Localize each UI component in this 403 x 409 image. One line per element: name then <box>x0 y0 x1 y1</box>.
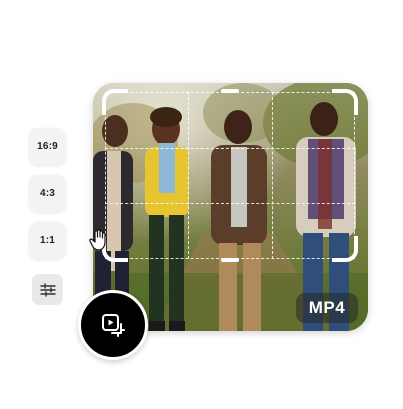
aspect-ratio-label: 16:9 <box>37 141 58 152</box>
grid-line-vertical <box>271 92 273 259</box>
crop-handle-bottom[interactable] <box>221 258 239 262</box>
format-badge: MP4 <box>296 293 358 323</box>
aspect-ratio-16-9-button[interactable]: 16:9 <box>29 128 66 165</box>
video-crop-editor: 16:9 4:3 1:1 MP4 <box>0 0 403 409</box>
crop-outline <box>105 92 355 259</box>
crop-handle-top-right[interactable] <box>332 89 358 115</box>
video-crop-icon <box>102 314 125 337</box>
grid-line-horizontal <box>105 147 355 149</box>
grid-line-vertical <box>188 92 190 259</box>
crop-frame[interactable] <box>102 89 358 262</box>
crop-handle-top[interactable] <box>221 89 239 93</box>
aspect-ratio-4-3-button[interactable]: 4:3 <box>29 175 66 212</box>
crop-handle-bottom-right[interactable] <box>332 236 358 262</box>
aspect-ratio-1-1-button[interactable]: 1:1 <box>29 222 66 259</box>
format-label: MP4 <box>308 298 346 317</box>
sliders-icon <box>39 282 56 297</box>
aspect-ratio-label: 4:3 <box>39 188 56 199</box>
crop-handle-top-left[interactable] <box>102 89 128 115</box>
adjust-settings-button[interactable] <box>32 274 63 305</box>
video-preview[interactable]: MP4 <box>93 83 368 331</box>
grid-line-horizontal <box>105 203 355 205</box>
hand-cursor-icon <box>89 229 106 251</box>
aspect-ratio-label: 1:1 <box>39 235 56 246</box>
video-crop-button[interactable] <box>78 290 148 360</box>
